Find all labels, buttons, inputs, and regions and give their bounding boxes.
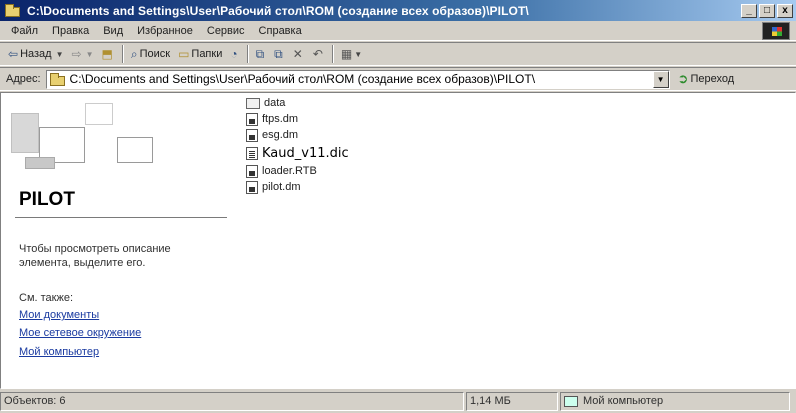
- toolbar: ⇦ Назад ▼ ⇨ ▼ ⬒ ⌕ Поиск ▭ Папки ◔ ⧉ ⧉ ✕ …: [0, 42, 796, 66]
- undo-button[interactable]: ↶: [309, 44, 329, 64]
- back-label: Назад: [20, 48, 52, 60]
- forward-dropdown-icon[interactable]: ▼: [86, 50, 94, 59]
- folder-icon: [246, 97, 260, 109]
- toolbar-separator: [121, 45, 124, 63]
- list-item[interactable]: pilot.dm: [246, 179, 349, 195]
- file-name: ftps.dm: [262, 113, 299, 125]
- search-icon: ⌕: [130, 46, 138, 61]
- file-list: data ftps.dm esg.dm Kaud_v11.dic loader.…: [246, 95, 349, 195]
- folder-description: Чтобы просмотреть описание элемента, выд…: [19, 243, 171, 269]
- file-name: esg.dm: [262, 129, 299, 141]
- explorer-window: C:\Documents and Settings\User\Рабочий с…: [0, 0, 796, 413]
- see-also-label: См. также:: [19, 292, 73, 304]
- go-button[interactable]: ➲ Переход: [670, 71, 735, 87]
- windows-logo-icon: [762, 22, 790, 40]
- list-item[interactable]: data: [246, 95, 349, 111]
- toolbar-separator: [246, 45, 249, 63]
- dll-file-icon: [246, 128, 258, 142]
- folder-title: PILOT: [19, 189, 75, 210]
- move-to-icon: ⧉: [255, 46, 265, 61]
- list-item[interactable]: Kaud_v11.dic: [246, 143, 349, 163]
- toolbar-separator: [331, 45, 334, 63]
- status-size: 1,14 МБ: [466, 391, 558, 411]
- go-label: Переход: [690, 73, 735, 85]
- status-location-label: Мой компьютер: [583, 395, 664, 407]
- folders-button[interactable]: ▭ Папки: [174, 44, 226, 64]
- web-view-pane: PILOT Чтобы просмотреть описание элемент…: [1, 93, 233, 388]
- link-network-places[interactable]: Мое сетевое окружение: [19, 327, 141, 339]
- list-item[interactable]: esg.dm: [246, 127, 349, 143]
- text-file-icon: [246, 146, 258, 160]
- decorative-shape: [25, 157, 55, 169]
- address-input[interactable]: C:\Documents and Settings\User\Рабочий с…: [45, 69, 670, 89]
- search-label: Поиск: [139, 48, 171, 60]
- status-bar: Объектов: 6 1,14 МБ Мой компьютер: [0, 389, 796, 413]
- menu-bar: Файл Правка Вид Избранное Сервис Справка: [0, 21, 796, 41]
- decorative-shape: [85, 103, 113, 125]
- copy-to-button[interactable]: ⧉: [270, 44, 289, 64]
- folder-icon: [49, 72, 66, 86]
- up-button[interactable]: ⬒: [98, 44, 119, 64]
- computer-icon: [564, 395, 578, 407]
- up-folder-icon: ⬒: [101, 47, 113, 61]
- views-icon: ▦: [340, 47, 353, 61]
- file-name: Kaud_v11.dic: [262, 145, 349, 161]
- copy-to-icon: ⧉: [274, 46, 283, 61]
- back-dropdown-icon[interactable]: ▼: [56, 50, 64, 59]
- dll-file-icon: [246, 164, 258, 178]
- dll-file-icon: [246, 112, 258, 126]
- address-dropdown-button[interactable]: ▼: [652, 70, 669, 88]
- content-area: PILOT Чтобы просмотреть описание элемент…: [0, 92, 796, 389]
- search-button[interactable]: ⌕ Поиск: [127, 44, 174, 64]
- status-location: Мой компьютер: [560, 391, 790, 411]
- delete-button[interactable]: ✕: [289, 44, 309, 64]
- views-button[interactable]: ▦ ▼: [337, 44, 366, 64]
- forward-arrow-icon: ⇨: [71, 47, 82, 61]
- divider: [15, 217, 227, 218]
- file-name: loader.RTB: [262, 165, 317, 177]
- folder-icon: [5, 4, 21, 17]
- close-button[interactable]: x: [777, 3, 793, 18]
- menu-tools[interactable]: Сервис: [200, 25, 252, 37]
- undo-icon: ↶: [312, 47, 323, 61]
- address-label: Адрес:: [6, 73, 41, 85]
- address-bar: Адрес: C:\Documents and Settings\User\Ра…: [0, 67, 796, 91]
- list-item[interactable]: loader.RTB: [246, 163, 349, 179]
- menu-help[interactable]: Справка: [252, 25, 309, 37]
- menu-favorites[interactable]: Избранное: [130, 25, 200, 37]
- folders-label: Папки: [191, 48, 223, 60]
- dll-file-icon: [246, 180, 258, 194]
- menu-edit[interactable]: Правка: [45, 25, 96, 37]
- title-bar[interactable]: C:\Documents and Settings\User\Рабочий с…: [0, 0, 796, 21]
- list-item[interactable]: ftps.dm: [246, 111, 349, 127]
- go-arrow-icon: ➲: [677, 71, 689, 86]
- link-my-documents[interactable]: Мои документы: [19, 309, 99, 321]
- menu-file[interactable]: Файл: [4, 25, 45, 37]
- history-icon: ◔: [230, 47, 238, 61]
- link-my-computer[interactable]: Мой компьютер: [19, 346, 99, 358]
- history-button[interactable]: ◔: [226, 44, 243, 64]
- minimize-button[interactable]: _: [741, 3, 757, 18]
- status-objects: Объектов: 6: [0, 391, 464, 411]
- window-title: C:\Documents and Settings\User\Рабочий с…: [27, 3, 529, 18]
- folders-icon: ▭: [178, 47, 190, 61]
- move-to-button[interactable]: ⧉: [252, 44, 271, 64]
- forward-button[interactable]: ⇨ ▼: [68, 44, 98, 64]
- menu-view[interactable]: Вид: [96, 25, 130, 37]
- maximize-button[interactable]: □: [759, 3, 775, 18]
- decorative-shape: [117, 137, 153, 163]
- views-dropdown-icon: ▼: [354, 49, 363, 59]
- back-arrow-icon: ⇦: [8, 47, 19, 61]
- file-name: data: [264, 97, 286, 109]
- file-name: pilot.dm: [262, 181, 301, 193]
- decorative-shape: [11, 113, 39, 153]
- back-button[interactable]: ⇦ Назад ▼: [4, 44, 68, 64]
- address-value[interactable]: C:\Documents and Settings\User\Рабочий с…: [70, 72, 653, 86]
- delete-icon: ✕: [292, 47, 303, 61]
